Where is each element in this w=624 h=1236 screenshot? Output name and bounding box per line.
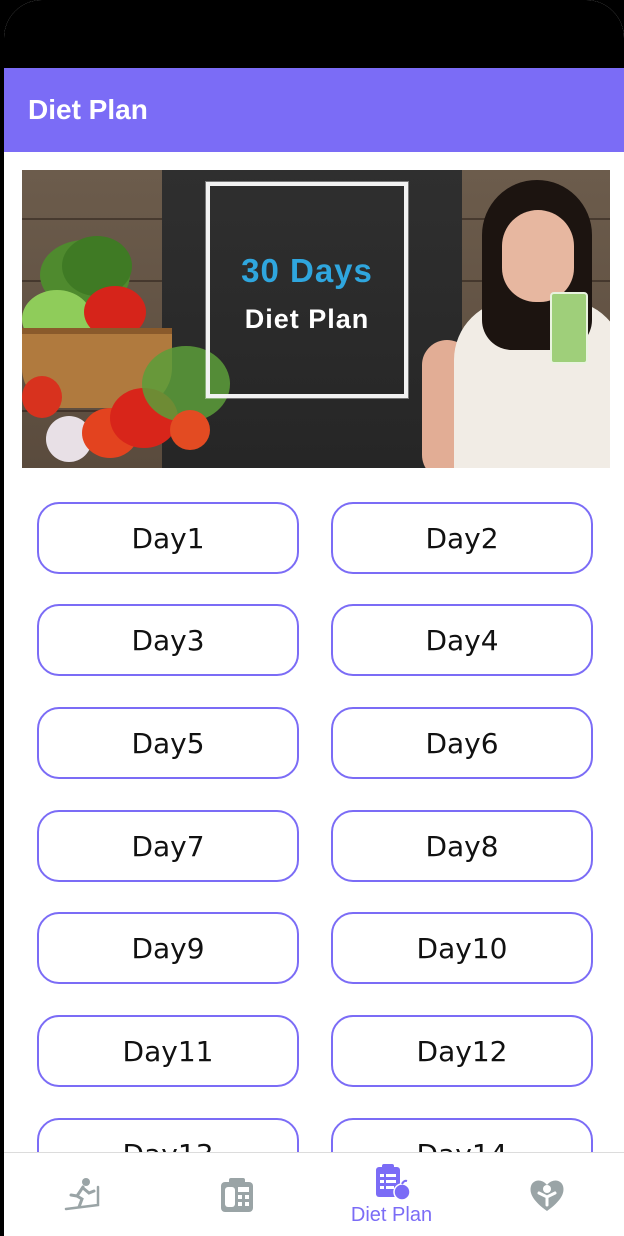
- day-2-button[interactable]: Day2: [331, 502, 593, 574]
- calculator-icon: [217, 1175, 257, 1215]
- juice-glass-image: [550, 292, 588, 364]
- day-12-button[interactable]: Day12: [331, 1015, 593, 1087]
- diet-plan-icon: [372, 1162, 412, 1202]
- banner-subtitle: Diet Plan: [244, 304, 370, 334]
- status-bar: [4, 0, 624, 68]
- app-bar: Diet Plan: [4, 68, 624, 152]
- page-title: Diet Plan: [28, 94, 148, 125]
- day-7-button[interactable]: Day7: [37, 810, 299, 882]
- day-4-button[interactable]: Day4: [331, 604, 593, 676]
- day-5-button[interactable]: Day5: [37, 707, 299, 779]
- day-6-button[interactable]: Day6: [331, 707, 593, 779]
- bottom-navigation: Diet Plan: [4, 1152, 624, 1236]
- day-11-button[interactable]: Day11: [37, 1015, 299, 1087]
- nav-label-diet-plan: Diet Plan: [350, 1204, 433, 1226]
- day-1-button[interactable]: Day1: [37, 502, 299, 574]
- day-9-button[interactable]: Day9: [37, 912, 299, 984]
- nav-item-diet-plan[interactable]: Diet Plan: [314, 1153, 469, 1236]
- banner-frame: [206, 182, 408, 398]
- day-3-button[interactable]: Day3: [37, 604, 299, 676]
- nav-item-workout[interactable]: [4, 1153, 159, 1236]
- phone-frame: Diet Plan 30 Days Diet Plan Day1 Day2 Da…: [0, 0, 624, 1236]
- screen: Diet Plan 30 Days Diet Plan Day1 Day2 Da…: [4, 0, 624, 1236]
- banner-title: 30 Days: [241, 252, 373, 289]
- day-8-button[interactable]: Day8: [331, 810, 593, 882]
- health-heart-icon: [527, 1175, 567, 1215]
- diet-plan-banner: 30 Days Diet Plan: [22, 170, 610, 468]
- day-10-button[interactable]: Day10: [331, 912, 593, 984]
- treadmill-icon: [62, 1175, 102, 1215]
- nav-item-calculator[interactable]: [159, 1153, 314, 1236]
- nav-item-health[interactable]: [469, 1153, 624, 1236]
